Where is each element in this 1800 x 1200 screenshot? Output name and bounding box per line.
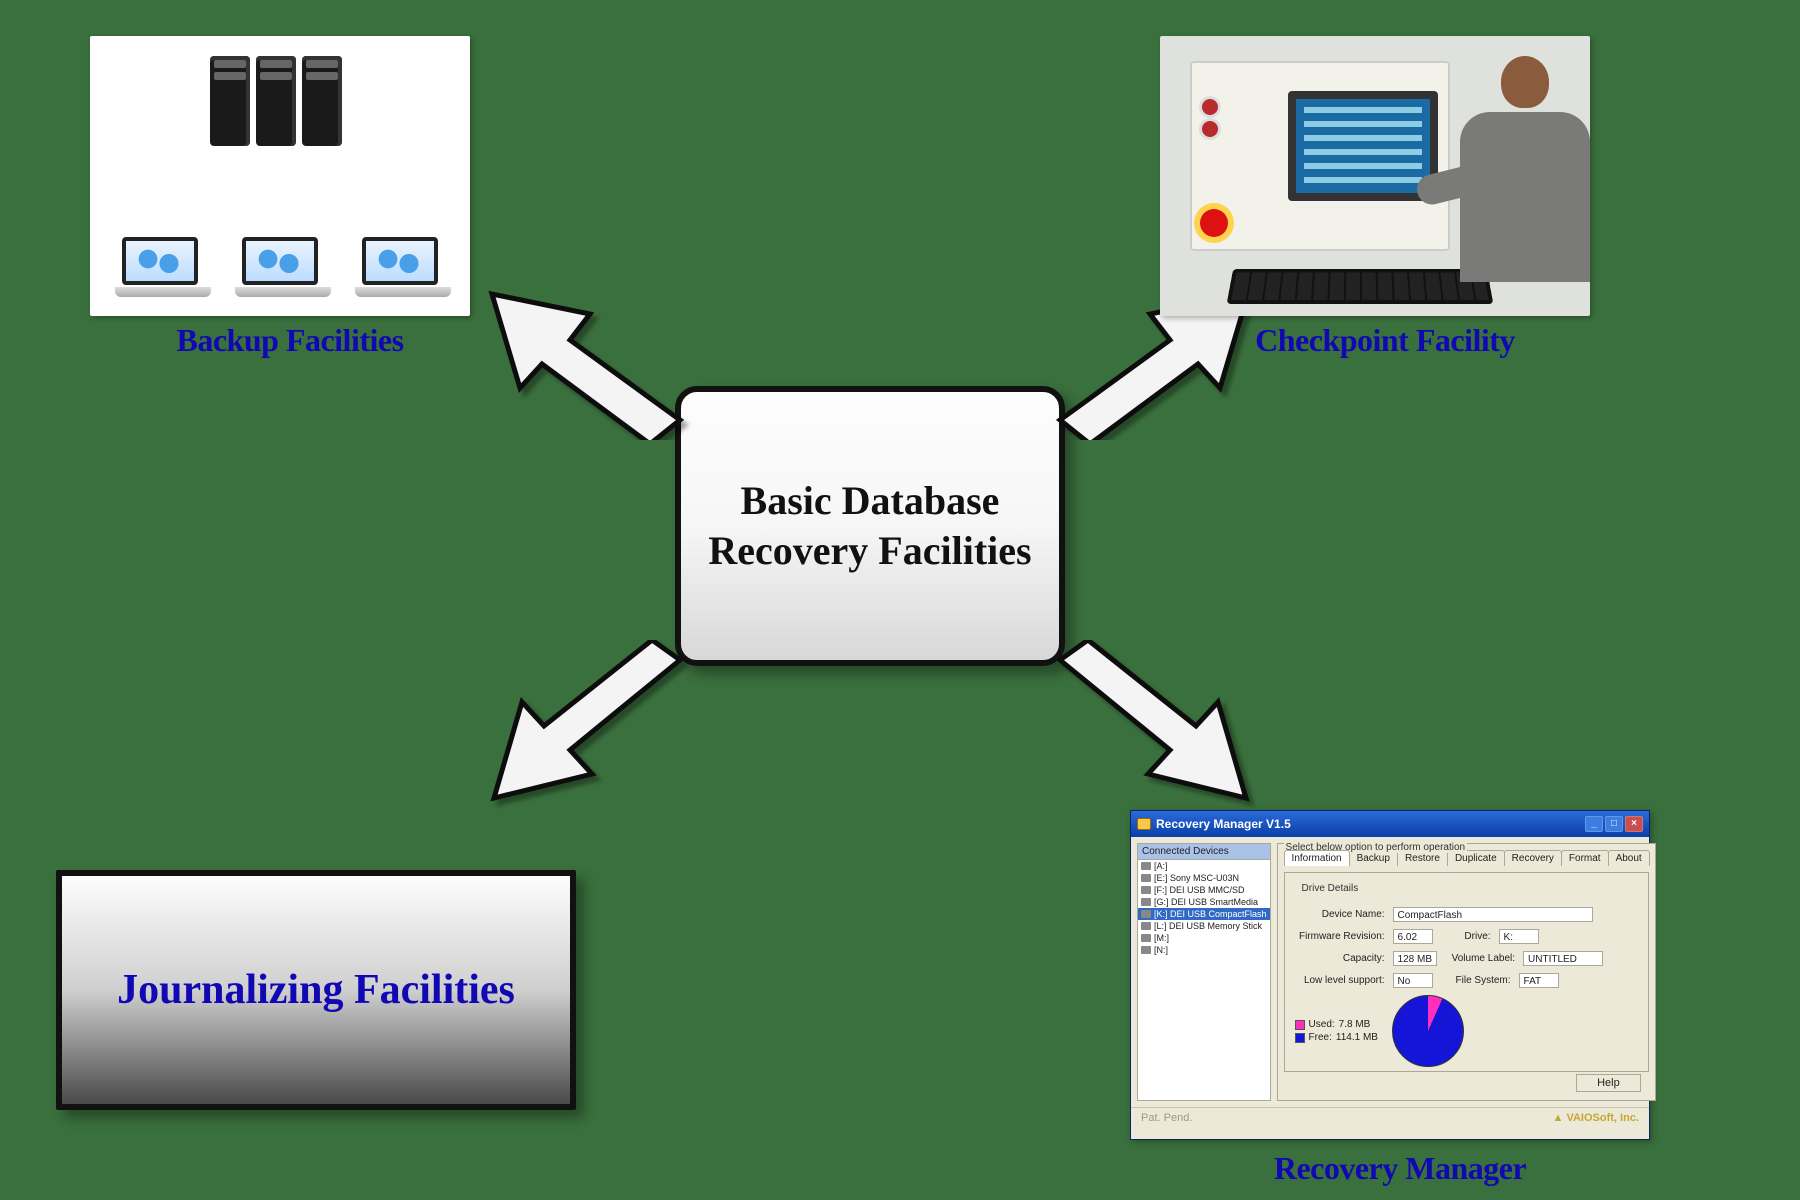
drive-value: K: — [1499, 929, 1539, 944]
node-backup-facilities: Backup Facilities — [90, 36, 490, 359]
help-button[interactable]: Help — [1576, 1074, 1641, 1092]
tab-format[interactable]: Format — [1561, 850, 1609, 866]
device-name-label: Device Name: — [1295, 909, 1385, 920]
drive-label: Drive: — [1441, 931, 1491, 942]
volume-label-value: UNTITLED — [1523, 951, 1603, 966]
checkpoint-illustration — [1160, 36, 1590, 316]
device-item[interactable]: [F:] DEI USB MMC/SD — [1138, 884, 1270, 896]
node-journalizing-facilities: Journalizing Facilities — [56, 870, 576, 1110]
drive-icon — [1141, 874, 1151, 882]
device-list-header: Connected Devices — [1138, 844, 1270, 860]
journalizing-label: Journalizing Facilities — [117, 962, 515, 1019]
window-titlebar: Recovery Manager V1.5 _ □ × — [1131, 811, 1649, 837]
firmware-label: Firmware Revision: — [1295, 931, 1385, 942]
drive-icon — [1141, 946, 1151, 954]
device-item[interactable]: [G:] DEI USB SmartMedia — [1138, 896, 1270, 908]
recovery-manager-label: Recovery Manager — [1130, 1150, 1670, 1187]
backup-illustration — [90, 36, 470, 316]
used-swatch-icon — [1295, 1020, 1305, 1030]
close-icon[interactable]: × — [1625, 816, 1643, 832]
drive-icon — [1141, 910, 1151, 918]
capacity-label: Capacity: — [1295, 953, 1385, 964]
free-swatch-icon — [1295, 1033, 1305, 1043]
lowlevel-label: Low level support: — [1295, 975, 1385, 986]
backup-label: Backup Facilities — [90, 322, 490, 359]
minimize-icon[interactable]: _ — [1585, 816, 1603, 832]
volume-label-label: Volume Label: — [1445, 953, 1515, 964]
device-item[interactable]: [M:] — [1138, 932, 1270, 944]
maximize-icon[interactable]: □ — [1605, 816, 1623, 832]
footer-left: Pat. Pend. — [1141, 1112, 1192, 1124]
node-recovery-manager: Recovery Manager V1.5 _ □ × Connected De… — [1130, 810, 1670, 1187]
window-title: Recovery Manager V1.5 — [1156, 817, 1291, 831]
folder-icon — [1137, 818, 1151, 830]
device-item[interactable]: [K:] DEI USB CompactFlash — [1138, 908, 1270, 920]
arrow-to-backup — [480, 280, 700, 440]
device-name-value: CompactFlash — [1393, 907, 1593, 922]
device-item[interactable]: [N:] — [1138, 944, 1270, 956]
drive-icon — [1141, 922, 1151, 930]
drive-icon — [1141, 886, 1151, 894]
checkpoint-label: Checkpoint Facility — [1160, 322, 1610, 359]
device-list: Connected Devices [A:][E:] Sony MSC-U03N… — [1137, 843, 1271, 1101]
drive-details-panel: Drive Details Device Name: CompactFlash … — [1284, 872, 1649, 1072]
firmware-value: 6.02 — [1393, 929, 1433, 944]
group-title: Drive Details — [1299, 883, 1362, 894]
lowlevel-value: No — [1393, 973, 1433, 988]
drive-icon — [1141, 862, 1151, 870]
filesystem-label: File System: — [1441, 975, 1511, 986]
free-value: 114.1 MB — [1336, 1032, 1378, 1043]
tab-recovery[interactable]: Recovery — [1504, 850, 1562, 866]
device-item[interactable]: [E:] Sony MSC-U03N — [1138, 872, 1270, 884]
footer-brand: ▲ VAIOSoft, Inc. — [1553, 1112, 1639, 1124]
device-item[interactable]: [L:] DEI USB Memory Stick — [1138, 920, 1270, 932]
tab-about[interactable]: About — [1608, 850, 1650, 866]
free-label: Free: — [1309, 1032, 1332, 1043]
drive-icon — [1141, 934, 1151, 942]
drive-icon — [1141, 898, 1151, 906]
capacity-value: 128 MB — [1393, 951, 1437, 966]
arrow-to-journalizing — [480, 640, 700, 820]
filesystem-value: FAT — [1519, 973, 1559, 988]
device-item[interactable]: [A:] — [1138, 860, 1270, 872]
window-footer: Pat. Pend. ▲ VAIOSoft, Inc. — [1131, 1107, 1649, 1128]
used-value: 7.8 MB — [1339, 1019, 1371, 1030]
usage-pie-chart — [1392, 995, 1464, 1067]
node-checkpoint-facility: Checkpoint Facility — [1160, 36, 1610, 359]
center-title: Basic Database Recovery Facilities — [701, 476, 1039, 576]
tab-information[interactable]: Information — [1284, 850, 1350, 866]
recovery-manager-window: Recovery Manager V1.5 _ □ × Connected De… — [1130, 810, 1650, 1140]
center-concept-box: Basic Database Recovery Facilities — [675, 386, 1065, 666]
arrow-to-recovery-manager — [1040, 640, 1260, 820]
usage-legend: Used: 7.8 MB Free: 114.1 MB — [1295, 1017, 1378, 1045]
used-label: Used: — [1309, 1019, 1335, 1030]
